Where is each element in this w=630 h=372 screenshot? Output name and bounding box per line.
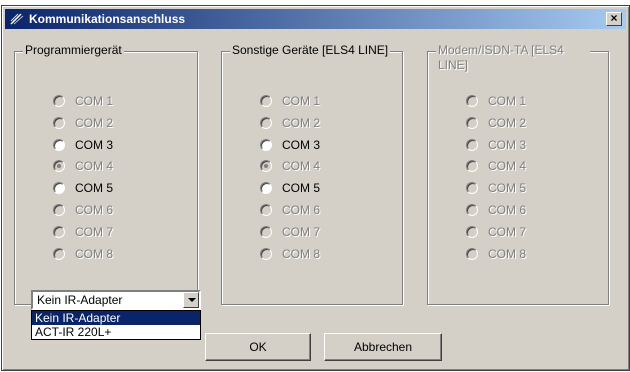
radio-button-icon bbox=[466, 160, 478, 173]
ir-adapter-dropdown-list: Kein IR-Adapter ACT-IR 220L+ bbox=[31, 310, 201, 340]
radio-button-icon[interactable] bbox=[260, 138, 272, 151]
window-title: Kommunikationsanschluss bbox=[29, 12, 186, 26]
radio-com2: COM 2 bbox=[53, 112, 113, 134]
radio-label: COM 5 bbox=[282, 181, 321, 196]
radio-label: COM 7 bbox=[75, 224, 114, 239]
ir-adapter-combobox[interactable]: Kein IR-Adapter bbox=[31, 290, 201, 310]
radio-label: COM 2 bbox=[282, 115, 321, 130]
radio-com1: COM 1 bbox=[53, 90, 113, 112]
radio-com2: COM 2 bbox=[466, 112, 526, 134]
radio-checked-dot bbox=[57, 164, 61, 169]
radio-label: COM 4 bbox=[282, 159, 321, 174]
radio-com3[interactable]: COM 3 bbox=[53, 134, 113, 156]
radio-label: COM 8 bbox=[75, 246, 114, 261]
group-sonstige-geraete: Sonstige Geräte [ELS4 LINE] COM 1 COM 2 CO… bbox=[221, 43, 403, 305]
radio-label: COM 7 bbox=[282, 224, 321, 239]
radio-button-icon[interactable] bbox=[53, 138, 65, 151]
radio-button-icon bbox=[466, 204, 478, 217]
radio-label: COM 6 bbox=[282, 203, 321, 218]
radio-list: COM 1 COM 2 COM 3 COM 4 COM 5 COM 6 COM 7 COM 8 bbox=[260, 90, 320, 265]
radio-com3[interactable]: COM 3 bbox=[260, 134, 320, 156]
radio-button-icon bbox=[53, 116, 65, 129]
radio-button-icon bbox=[260, 204, 272, 217]
radio-com5[interactable]: COM 5 bbox=[260, 177, 320, 199]
combobox-value: Kein IR-Adapter bbox=[37, 293, 123, 307]
radio-list: COM 1 COM 2 COM 3 COM 4 COM 5 COM 6 COM 7 COM 8 bbox=[466, 90, 526, 265]
radio-button-icon bbox=[53, 225, 65, 238]
radio-label: COM 2 bbox=[75, 115, 114, 130]
radio-label: COM 6 bbox=[488, 203, 527, 218]
ok-button[interactable]: OK bbox=[205, 333, 311, 361]
radio-button-icon bbox=[466, 182, 478, 195]
radio-button-icon bbox=[53, 94, 65, 107]
radio-button-icon bbox=[53, 247, 65, 260]
radio-label: COM 1 bbox=[75, 93, 114, 108]
radio-label: COM 6 bbox=[75, 203, 114, 218]
title-bar[interactable]: Kommunikationsanschluss × bbox=[5, 9, 626, 29]
group-title: Sonstige Geräte [ELS4 LINE] bbox=[230, 43, 391, 58]
radio-button-icon[interactable] bbox=[53, 182, 65, 195]
radio-com4: COM 4 bbox=[260, 156, 320, 178]
radio-button-icon bbox=[260, 116, 272, 129]
close-button[interactable]: × bbox=[606, 12, 622, 26]
radio-button-icon bbox=[466, 138, 478, 151]
radio-button-icon bbox=[466, 247, 478, 260]
radio-button-icon bbox=[53, 160, 65, 173]
radio-com6: COM 6 bbox=[260, 199, 320, 221]
dropdown-option-act-ir[interactable]: ACT-IR 220L+ bbox=[32, 325, 200, 339]
app-icon bbox=[10, 13, 24, 25]
radio-label: COM 2 bbox=[488, 115, 527, 130]
radio-label: COM 3 bbox=[75, 137, 114, 152]
group-title: Modem/ISDN-TA [ELS4 LINE] bbox=[436, 43, 590, 73]
radio-button-icon bbox=[260, 225, 272, 238]
radio-com4: COM 4 bbox=[53, 156, 113, 178]
radio-button-icon bbox=[466, 225, 478, 238]
radio-com6: COM 6 bbox=[53, 199, 113, 221]
radio-button-icon bbox=[260, 160, 272, 173]
radio-label: COM 1 bbox=[488, 93, 527, 108]
radio-button-icon bbox=[260, 94, 272, 107]
group-modem-isdn: Modem/ISDN-TA [ELS4 LINE] COM 1 COM 2 COM … bbox=[427, 43, 609, 305]
radio-button-icon[interactable] bbox=[260, 182, 272, 195]
radio-label: COM 1 bbox=[282, 93, 321, 108]
dropdown-button[interactable] bbox=[183, 292, 199, 308]
radio-com7: COM 7 bbox=[260, 221, 320, 243]
radio-button-icon bbox=[466, 94, 478, 107]
radio-com2: COM 2 bbox=[260, 112, 320, 134]
radio-label: COM 7 bbox=[488, 224, 527, 239]
radio-label: COM 5 bbox=[75, 181, 114, 196]
dialog-window: Kommunikationsanschluss × Programmierger… bbox=[1, 5, 630, 371]
radio-label: COM 3 bbox=[488, 137, 527, 152]
group-programmiergeraet: Programmiergerät COM 1 COM 2 COM 3 COM 4 COM… bbox=[14, 43, 198, 305]
group-title: Programmiergerät bbox=[23, 43, 124, 58]
radio-com7: COM 7 bbox=[466, 221, 526, 243]
radio-com4: COM 4 bbox=[466, 156, 526, 178]
radio-com5[interactable]: COM 5 bbox=[53, 177, 113, 199]
radio-com3: COM 3 bbox=[466, 134, 526, 156]
radio-com8: COM 8 bbox=[260, 243, 320, 265]
radio-label: COM 4 bbox=[488, 159, 527, 174]
chevron-down-icon bbox=[188, 298, 196, 302]
radio-label: COM 8 bbox=[488, 246, 527, 261]
dropdown-option-kein-ir-adapter[interactable]: Kein IR-Adapter bbox=[32, 311, 200, 325]
radio-list: COM 1 COM 2 COM 3 COM 4 COM 5 COM 6 COM 7 COM 8 bbox=[53, 90, 113, 265]
radio-com8: COM 8 bbox=[466, 243, 526, 265]
radio-com1: COM 1 bbox=[260, 90, 320, 112]
radio-button-icon bbox=[260, 247, 272, 260]
radio-label: COM 8 bbox=[282, 246, 321, 261]
radio-com6: COM 6 bbox=[466, 199, 526, 221]
radio-label: COM 3 bbox=[282, 137, 321, 152]
radio-button-icon bbox=[466, 116, 478, 129]
radio-checked-dot bbox=[264, 164, 268, 169]
radio-com8: COM 8 bbox=[53, 243, 113, 265]
radio-com1: COM 1 bbox=[466, 90, 526, 112]
radio-label: COM 4 bbox=[75, 159, 114, 174]
radio-com5: COM 5 bbox=[466, 177, 526, 199]
radio-button-icon bbox=[53, 204, 65, 217]
radio-label: COM 5 bbox=[488, 181, 527, 196]
radio-com7: COM 7 bbox=[53, 221, 113, 243]
cancel-button[interactable]: Abbrechen bbox=[324, 333, 442, 361]
